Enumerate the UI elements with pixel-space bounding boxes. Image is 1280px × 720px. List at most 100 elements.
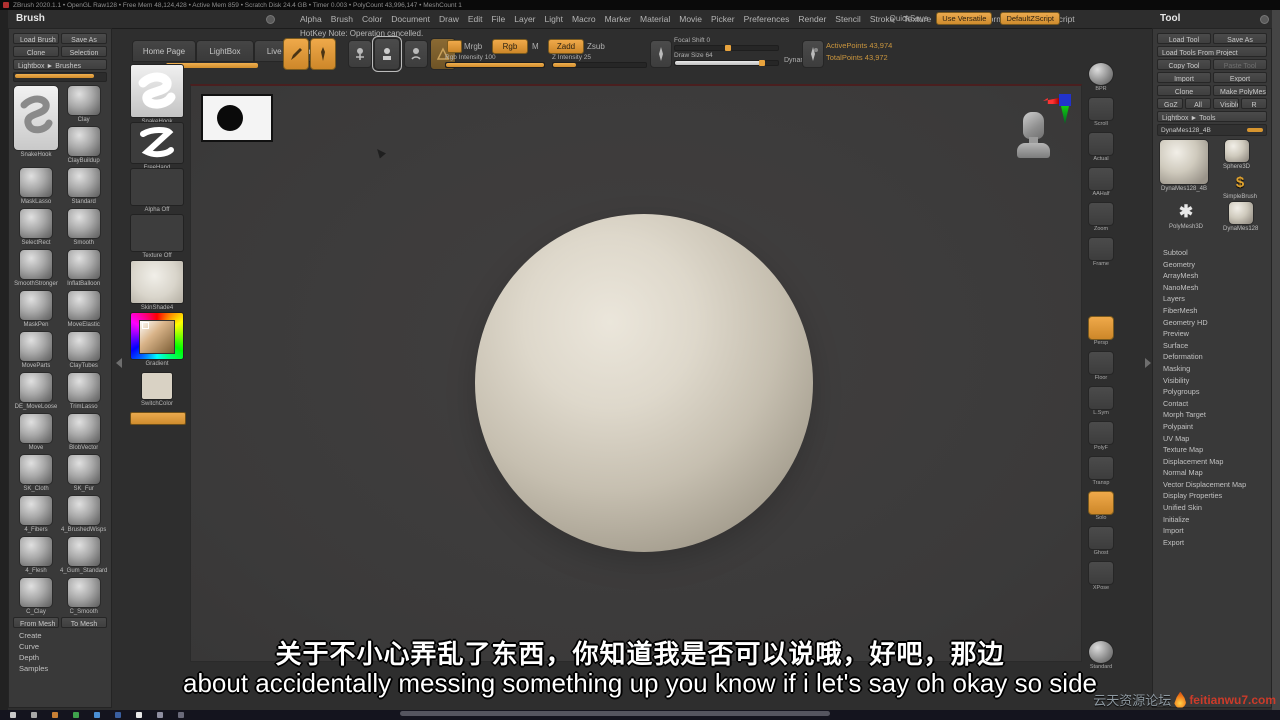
brush-btn-load-brush[interactable]: Load Brush [13,33,59,44]
quicksave-button[interactable]: QuickSave [890,14,929,23]
axis-gizmo[interactable] [1043,92,1077,126]
tool-section-contact[interactable]: Contact [1157,398,1267,410]
brush-palette-slider[interactable] [13,72,107,82]
m-button[interactable]: M [532,42,539,51]
brush-item-clay[interactable]: Clay [60,85,107,125]
tool-section-fibermesh[interactable]: FiberMesh [1157,305,1267,317]
brush-item-4-gum-standard[interactable]: 4_Gum_Standard [60,536,107,576]
tool-section-visibility[interactable]: Visibility [1157,375,1267,387]
menu-movie[interactable]: Movie [679,14,702,24]
shelf-icon-solo[interactable]: Solo [1088,491,1114,522]
rgb-button[interactable]: Rgb [492,39,528,54]
tool-btn-visible[interactable]: Visible [1213,98,1239,109]
taskbar-icon-3[interactable] [73,712,79,718]
brush-item-maskpen[interactable]: MaskPen [13,290,59,330]
tool-section-vector-displacement-map[interactable]: Vector Displacement Map [1157,479,1267,491]
brush-item-moveparts[interactable]: MoveParts [13,331,59,371]
shelf-icon-polyf[interactable]: PolyF [1088,421,1114,452]
shelf-icon-persp[interactable]: Persp [1088,316,1114,347]
right-tray-handle[interactable] [1272,10,1280,720]
tab-home-page[interactable]: Home Page [132,40,196,62]
tool-btn-make-polymesh3d[interactable]: Make PolyMesh3D [1213,85,1267,96]
edit-mode-button[interactable] [283,38,309,70]
brush-item-move[interactable]: Move [13,413,59,453]
tool-section-normal-map[interactable]: Normal Map [1157,467,1267,479]
tool-section-import[interactable]: Import [1157,525,1267,537]
tool-section-export[interactable]: Export [1157,537,1267,549]
shelf-icon-l-sym[interactable]: L.Sym [1088,386,1114,417]
taskbar-icon-4[interactable] [94,712,100,718]
draw-size-slider[interactable]: Draw Size 64 [674,52,779,66]
brush-item-de-moveloose[interactable]: DE_MoveLoose [13,372,59,412]
zsub-button[interactable]: Zsub [587,42,605,51]
shelf-icon-transp[interactable]: Transp [1088,456,1114,487]
shelf-icon-aahalf[interactable]: AAHalf [1088,167,1114,198]
brush-palette-gear-icon[interactable] [266,15,275,24]
current-stroke-slot[interactable]: FreeHand [130,122,184,173]
tool-btn-export[interactable]: Export [1213,72,1267,83]
menu-draw[interactable]: Draw [439,14,459,24]
brush-btn-clone[interactable]: Clone [13,46,59,57]
recent-tool-polymesh3d[interactable]: ✱ PolyMesh3D [1169,201,1203,231]
current-texture-slot[interactable]: Texture Off [130,214,184,261]
right-tray-collapse-arrow[interactable] [1145,358,1151,368]
recent-tool-simplebrush[interactable]: $ SimpleBrush [1223,171,1257,201]
menu-document[interactable]: Document [391,14,430,24]
tool-palette-gear-icon[interactable] [1260,15,1269,24]
focal-brush-icon[interactable] [650,40,672,68]
shelf-orange-button[interactable] [130,412,186,425]
tool-btn-load-tool[interactable]: Load Tool [1157,33,1211,44]
brush-item-claybuildup[interactable]: ClayBuildup [60,126,107,166]
brush-item-sk-fur[interactable]: SK_Fur [60,454,107,494]
tab-lightbox[interactable]: LightBox [196,40,254,62]
brush-item-smooth[interactable]: Smooth [60,208,107,248]
left-tray-collapse-arrow[interactable] [116,358,122,368]
tool-section-displacement-map[interactable]: Displacement Map [1157,456,1267,468]
tool-btn-paste-tool[interactable]: Paste Tool [1213,59,1267,70]
shelf-icon-ghost[interactable]: Ghost [1088,526,1114,557]
tool-section-geometry[interactable]: Geometry [1157,259,1267,271]
tool-section-display-properties[interactable]: Display Properties [1157,490,1267,502]
brush-item-4-fibers[interactable]: 4_Fibers [13,495,59,535]
brush-item-claytubes[interactable]: ClayTubes [60,331,107,371]
brush-item-standard[interactable]: Standard [60,167,107,207]
brush-item-smoothstronger[interactable]: SmoothStronger [13,249,59,289]
tool-btn-load-tools-from-project[interactable]: Load Tools From Project [1157,46,1267,57]
tool-section-unified-skin[interactable]: Unified Skin [1157,502,1267,514]
z-intensity-slider[interactable]: Z Intensity 25 [552,54,647,68]
menu-brush[interactable]: Brush [331,14,353,24]
color-picker[interactable]: Gradient [130,312,184,369]
shelf-icon-bpr[interactable]: BPR [1088,62,1114,93]
tool-btn-import[interactable]: Import [1157,72,1211,83]
menu-edit[interactable]: Edit [468,14,483,24]
tool-btn-save-as[interactable]: Save As [1213,33,1267,44]
shelf-icon-frame[interactable]: Frame [1088,237,1114,268]
brush-item-4-brushedwisps[interactable]: 4_BrushedWisps [60,495,107,535]
rotate-mode-button[interactable] [404,40,428,68]
brush-bottom-to-mesh[interactable]: To Mesh [61,617,107,628]
menu-file[interactable]: File [492,14,506,24]
brush-item-4-flesh[interactable]: 4_Flesh [13,536,59,576]
tool-section-preview[interactable]: Preview [1157,328,1267,340]
tool-section-uv-map[interactable]: UV Map [1157,433,1267,445]
focal-shift-slider[interactable]: Focal Shift 0 [674,37,779,51]
brush-bottom-from-mesh[interactable]: From Mesh [13,617,59,628]
taskbar-icon-6[interactable] [136,712,142,718]
tool-section-polypaint[interactable]: Polypaint [1157,421,1267,433]
tool-section-layers[interactable]: Layers [1157,293,1267,305]
current-alpha-slot[interactable]: Alpha Off [130,168,184,215]
tool-section-deformation[interactable]: Deformation [1157,351,1267,363]
tool-btn-all[interactable]: All [1185,98,1211,109]
zadd-button[interactable]: Zadd [548,39,584,54]
taskbar-icon-1[interactable] [31,712,37,718]
brush-item-blobvector[interactable]: BlobVector [60,413,107,453]
scale-mode-button[interactable] [372,36,402,72]
taskbar-icon-5[interactable] [115,712,121,718]
menu-material[interactable]: Material [640,14,670,24]
menu-marker[interactable]: Marker [605,14,631,24]
points-brush-icon[interactable] [802,40,824,68]
shelf-icon-floor[interactable]: Floor [1088,351,1114,382]
brush-btn-save-as[interactable]: Save As [61,33,107,44]
current-tool-row[interactable]: DynaMes128_4B [1157,124,1267,136]
brush-btn-lightbox-brushes[interactable]: Lightbox ► Brushes [13,59,107,70]
